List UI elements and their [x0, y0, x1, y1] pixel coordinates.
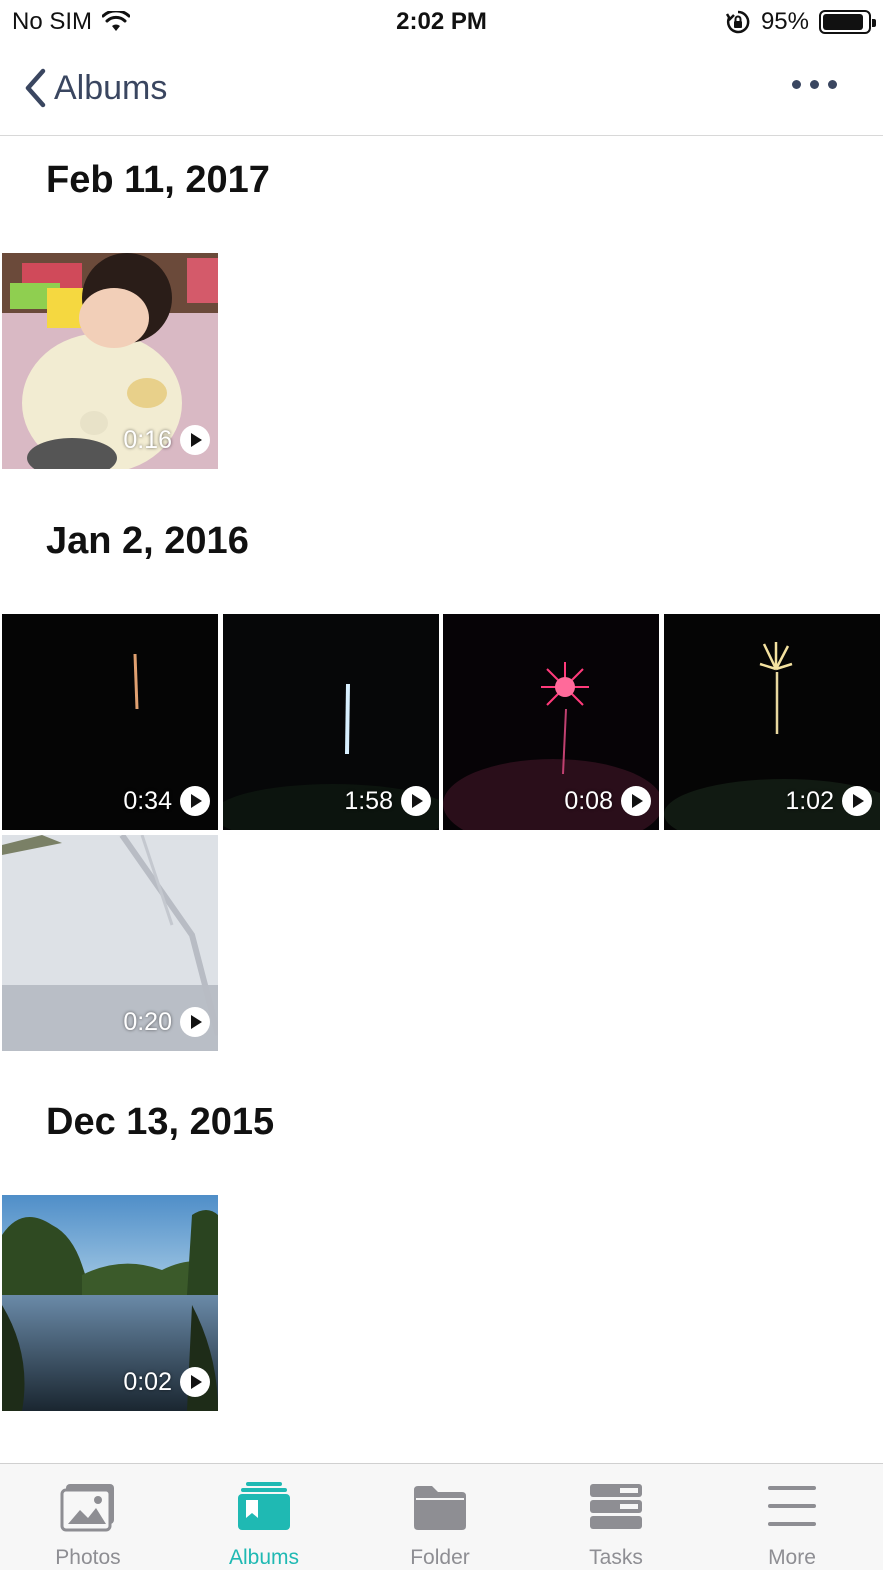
play-icon: [621, 786, 651, 816]
tab-label: Albums: [228, 1546, 300, 1569]
video-thumbnail[interactable]: 1:02: [664, 614, 880, 830]
video-thumbnail[interactable]: 0:20: [2, 835, 218, 1051]
duration-label: 0:34: [123, 786, 172, 815]
tab-albums[interactable]: Albums: [176, 1464, 352, 1570]
video-duration: 0:20: [123, 1007, 210, 1037]
duration-label: 0:16: [123, 425, 172, 454]
back-label: Albums: [54, 68, 168, 107]
video-thumbnail[interactable]: 0:34: [2, 614, 218, 830]
play-icon: [401, 786, 431, 816]
video-duration: 0:16: [123, 425, 210, 455]
duration-label: 1:02: [785, 786, 834, 815]
status-bar: No SIM 2:02 PM 95%: [0, 0, 883, 44]
section-date: Jan 2, 2016: [46, 520, 249, 562]
tab-folder[interactable]: Folder: [352, 1464, 528, 1570]
tab-label: More: [768, 1546, 816, 1569]
folder-icon: [414, 1486, 466, 1530]
tab-bar: Photos Albums Folder Tasks More: [0, 1463, 883, 1570]
video-thumbnail[interactable]: 0:02: [2, 1195, 218, 1411]
video-duration: 0:02: [123, 1367, 210, 1397]
tab-tasks[interactable]: Tasks: [528, 1464, 704, 1570]
tab-more[interactable]: More: [704, 1464, 880, 1570]
video-duration: 1:02: [785, 786, 872, 816]
navigation-bar: Albums: [0, 44, 883, 136]
section-date: Dec 13, 2015: [46, 1101, 275, 1143]
duration-label: 1:58: [344, 786, 393, 815]
video-thumbnail[interactable]: 0:08: [443, 614, 659, 830]
duration-label: 0:20: [123, 1007, 172, 1036]
video-duration: 1:58: [344, 786, 431, 816]
play-icon: [180, 1367, 210, 1397]
tab-label: Tasks: [589, 1546, 643, 1569]
tab-label: Photos: [55, 1546, 121, 1569]
play-icon: [180, 786, 210, 816]
video-duration: 0:34: [123, 786, 210, 816]
photos-icon: [60, 1484, 114, 1532]
tasks-icon: [590, 1484, 642, 1529]
album-content: Feb 11, 2017 0:16 Jan 2, 2016 0:34 1:58 …: [0, 137, 883, 1463]
menu-icon: [768, 1486, 816, 1526]
play-icon: [180, 1007, 210, 1037]
back-button[interactable]: Albums: [24, 68, 167, 108]
battery-icon: [819, 10, 876, 34]
status-right: 95%: [725, 8, 876, 36]
more-options-button[interactable]: [792, 80, 837, 89]
duration-label: 0:08: [564, 786, 613, 815]
chevron-left-icon: [25, 68, 46, 108]
section-date: Feb 11, 2017: [46, 159, 270, 201]
video-duration: 0:08: [564, 786, 651, 816]
ellipsis-icon: [792, 80, 801, 89]
duration-label: 0:02: [123, 1367, 172, 1396]
video-thumbnail[interactable]: 0:16: [2, 253, 218, 469]
play-icon: [180, 425, 210, 455]
rotation-lock-icon: [725, 10, 750, 34]
albums-icon: [238, 1482, 290, 1530]
play-icon: [842, 786, 872, 816]
tab-label: Folder: [410, 1546, 470, 1569]
battery-percent: 95%: [760, 8, 809, 35]
tab-photos[interactable]: Photos: [0, 1464, 176, 1570]
video-thumbnail[interactable]: 1:58: [223, 614, 439, 830]
